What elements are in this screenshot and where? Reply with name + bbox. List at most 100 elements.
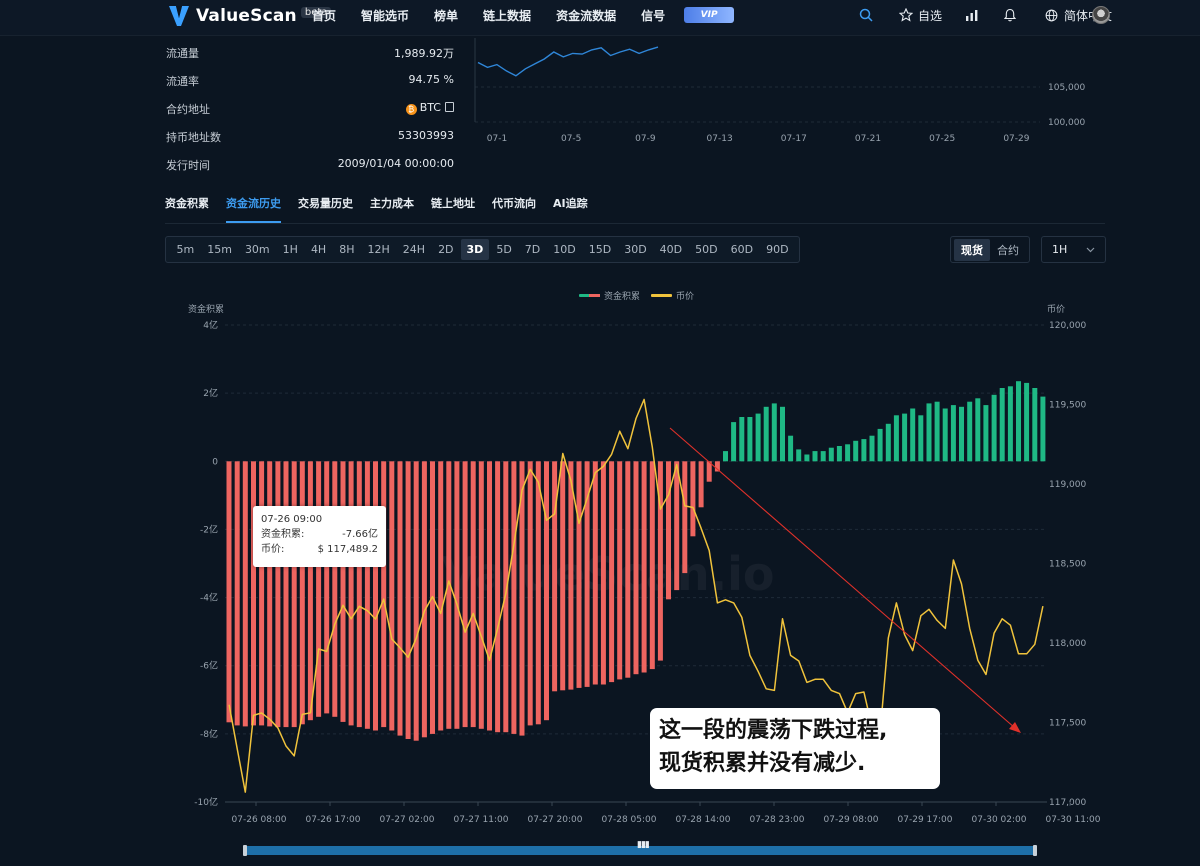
flow-bar[interactable] [861, 439, 867, 462]
flow-bar[interactable] [356, 461, 362, 728]
flow-bar[interactable] [893, 415, 899, 462]
flow-bar[interactable] [576, 461, 582, 688]
flow-bar[interactable] [283, 461, 289, 728]
flow-bar[interactable] [364, 461, 370, 729]
flow-bar[interactable] [454, 461, 460, 729]
flow-bar[interactable] [674, 461, 680, 591]
flow-bar[interactable] [462, 461, 468, 728]
flow-bar[interactable] [413, 461, 419, 741]
flow-bar[interactable] [1040, 396, 1046, 462]
flow-bar[interactable] [568, 461, 574, 690]
flow-bar[interactable] [373, 461, 378, 731]
legend-label-price[interactable]: 币价 [676, 291, 694, 302]
flow-bar[interactable] [763, 406, 769, 462]
flow-bar[interactable] [625, 461, 631, 678]
flow-bar[interactable] [511, 461, 517, 734]
flow-bar[interactable] [828, 447, 834, 462]
flow-bar[interactable] [535, 461, 541, 725]
flow-bar[interactable] [332, 461, 338, 717]
flow-bar[interactable] [324, 461, 330, 714]
flow-bar[interactable] [316, 461, 322, 717]
flow-bar[interactable] [478, 461, 484, 729]
flow-bar[interactable] [389, 461, 395, 731]
flow-bar[interactable] [495, 461, 501, 733]
scrollbar-left-handle[interactable] [243, 845, 247, 856]
flow-bar[interactable] [446, 461, 452, 729]
chart-legend[interactable]: 资金积累 币价 [579, 290, 694, 302]
flow-bar[interactable] [527, 461, 533, 726]
flow-bar[interactable] [381, 461, 387, 728]
flow-bar[interactable] [544, 461, 549, 721]
flow-bar[interactable] [780, 406, 785, 462]
flow-bar[interactable] [959, 406, 964, 462]
flow-bar[interactable] [926, 403, 932, 462]
flow-bar[interactable] [877, 428, 883, 462]
flow-bar[interactable] [234, 461, 240, 726]
flow-bar[interactable] [967, 401, 973, 462]
flow-bar[interactable] [259, 461, 265, 726]
flow-bar[interactable] [739, 417, 745, 462]
flow-bar[interactable] [348, 461, 354, 726]
flow-bar[interactable] [869, 435, 875, 462]
flow-bar[interactable] [853, 440, 859, 462]
flow-bar[interactable] [690, 461, 696, 537]
scrollbar-right-handle[interactable] [1033, 845, 1037, 856]
flow-bar[interactable] [845, 444, 851, 462]
flow-bar[interactable] [731, 422, 737, 462]
flow-bar[interactable] [470, 461, 476, 728]
flow-bar[interactable] [487, 461, 492, 731]
flow-bar[interactable] [788, 435, 794, 462]
flow-bar[interactable] [902, 413, 908, 462]
flow-bar[interactable] [617, 461, 623, 680]
flow-bar[interactable] [934, 401, 940, 462]
flow-bar[interactable] [836, 446, 842, 462]
flow-bar[interactable] [405, 461, 411, 739]
flow-bar[interactable] [975, 398, 981, 462]
flow-bar[interactable] [796, 449, 802, 462]
flow-bar[interactable] [438, 461, 444, 731]
flow-bar[interactable] [666, 461, 671, 600]
flow-bar[interactable] [755, 413, 761, 462]
flow-bar[interactable] [918, 415, 924, 462]
chart-zoom-scrollbar[interactable]: ▮▮▮ [243, 840, 1037, 856]
flow-bar[interactable] [682, 461, 688, 574]
legend-label-fund[interactable]: 资金积累 [604, 290, 640, 302]
flow-bar[interactable] [291, 461, 297, 728]
flow-bar[interactable] [999, 388, 1005, 462]
flow-bar[interactable] [251, 461, 256, 726]
flow-bar[interactable] [820, 451, 826, 462]
flow-bar[interactable] [812, 451, 818, 462]
flow-bar[interactable] [1024, 382, 1030, 462]
flow-bar[interactable] [723, 451, 728, 462]
flow-bar[interactable] [885, 423, 891, 462]
flow-bar[interactable] [804, 454, 810, 462]
flow-bar[interactable] [275, 461, 281, 728]
flow-bar[interactable] [592, 461, 598, 685]
flow-bar[interactable] [340, 461, 346, 722]
flow-bar[interactable] [299, 461, 305, 725]
flow-bar[interactable] [307, 461, 313, 721]
flow-bar[interactable] [991, 394, 997, 462]
flow-bar[interactable] [609, 461, 615, 683]
flow-bar[interactable] [771, 403, 777, 462]
flow-bar[interactable] [910, 408, 916, 462]
flow-bar[interactable] [1016, 381, 1021, 462]
flow-bar[interactable] [942, 408, 948, 462]
flow-bar[interactable] [1007, 386, 1013, 462]
flow-bar[interactable] [747, 417, 753, 462]
flow-bar[interactable] [1032, 388, 1038, 462]
flow-bar[interactable] [649, 461, 655, 670]
flow-bar[interactable] [714, 461, 720, 472]
flow-bar[interactable] [397, 461, 403, 736]
flow-bar[interactable] [421, 461, 427, 738]
scrollbar-grip-icon[interactable]: ▮▮▮ [637, 840, 650, 850]
flow-bar[interactable] [242, 461, 248, 727]
flow-bar[interactable] [698, 461, 704, 508]
flow-bar[interactable] [267, 461, 273, 727]
flow-bar[interactable] [641, 461, 647, 673]
flow-bar[interactable] [706, 461, 712, 482]
flow-bar[interactable] [560, 461, 566, 691]
flow-bar[interactable] [633, 461, 639, 675]
flow-bar[interactable] [983, 405, 989, 462]
flow-bar[interactable] [950, 405, 956, 462]
